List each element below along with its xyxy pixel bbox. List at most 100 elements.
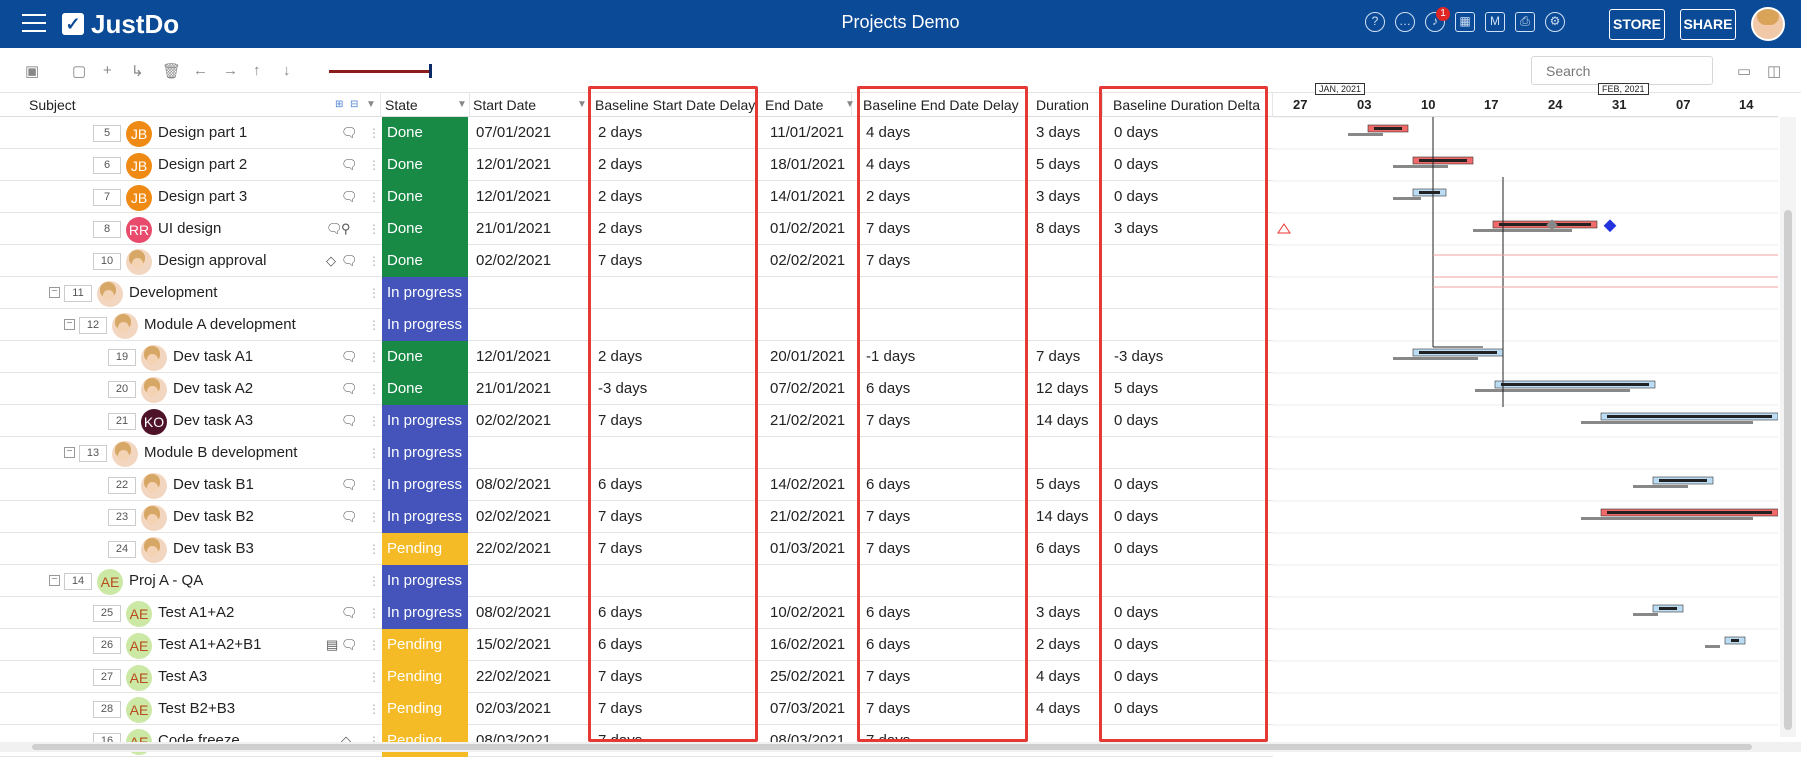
row-menu-icon[interactable]: ⋮ xyxy=(368,341,380,373)
avatar[interactable]: AE xyxy=(126,633,152,659)
status-badge[interactable]: Pending xyxy=(382,533,468,565)
end-date-filter-icon[interactable]: ▼ xyxy=(845,99,855,110)
store-button[interactable]: STORE xyxy=(1609,9,1665,40)
table-row[interactable]: 7 JB Design part 3 🗨 ⋮ Done 12/01/2021 2 days 14… xyxy=(0,181,1273,213)
start-date-cell[interactable]: 15/02/2021 xyxy=(476,629,586,661)
col-subject[interactable]: Subject xyxy=(26,93,381,117)
user-avatar[interactable] xyxy=(1751,7,1785,41)
table-row[interactable]: 26 AE Test A1+A2+B1 ▤ 🗨 ⋮ Pending 15/02/2021 6 d… xyxy=(0,629,1273,661)
task-subject[interactable]: Design part 1 xyxy=(158,117,360,149)
table-row[interactable]: 24 Dev task B3 ⋮ Pending 22/02/2021 7 days 01/… xyxy=(0,533,1273,565)
end-date-cell[interactable] xyxy=(770,437,860,469)
task-subject[interactable]: Module B development xyxy=(144,437,360,469)
table-row[interactable]: 5 JB Design part 1 🗨 ⋮ Done 07/01/2021 2 days 11… xyxy=(0,117,1273,149)
duration-cell[interactable] xyxy=(1036,437,1096,469)
avatar[interactable]: AE xyxy=(126,665,152,691)
start-date-cell[interactable]: 22/02/2021 xyxy=(476,661,586,693)
task-subject[interactable]: Dev task B1 xyxy=(173,469,360,501)
comment-icon[interactable]: 🗨 xyxy=(341,373,358,405)
start-date-cell[interactable]: 07/01/2021 xyxy=(476,117,586,149)
avatar[interactable]: AE xyxy=(97,569,123,595)
zoom-slider-handle[interactable] xyxy=(429,64,432,78)
collapse-toggle-icon[interactable]: − xyxy=(64,319,75,330)
end-date-cell[interactable]: 08/03/2021 xyxy=(770,725,860,757)
start-date-cell[interactable]: 12/01/2021 xyxy=(476,149,586,181)
row-menu-icon[interactable]: ⋮ xyxy=(368,693,380,725)
arrow-right-icon[interactable]: → xyxy=(223,62,238,79)
avatar[interactable] xyxy=(126,249,152,275)
status-badge[interactable]: Done xyxy=(382,149,468,181)
start-date-cell[interactable]: 02/02/2021 xyxy=(476,501,586,533)
row-menu-icon[interactable]: ⋮ xyxy=(368,277,380,309)
start-date-cell[interactable]: 02/03/2021 xyxy=(476,693,586,725)
status-badge[interactable]: Done xyxy=(382,373,468,405)
start-date-cell[interactable]: 12/01/2021 xyxy=(476,181,586,213)
table-row[interactable]: 6 JB Design part 2 🗨 ⋮ Done 12/01/2021 2 days 18… xyxy=(0,149,1273,181)
duration-cell[interactable] xyxy=(1036,725,1096,757)
table-row[interactable]: 25 AE Test A1+A2 🗨 ⋮ In progress 08/02/2021 6 d… xyxy=(0,597,1273,629)
task-subject[interactable]: Dev task A3 xyxy=(173,405,360,437)
table-row[interactable]: 23 Dev task B2 🗨 ⋮ In progress 02/02/2021 7 da… xyxy=(0,501,1273,533)
row-menu-icon[interactable]: ⋮ xyxy=(368,373,380,405)
status-badge[interactable]: Pending xyxy=(382,661,468,693)
arrow-up-icon[interactable]: ↑ xyxy=(253,62,261,79)
columns-icon[interactable]: ◫ xyxy=(1767,62,1781,80)
task-subject[interactable]: Module A development xyxy=(144,309,360,341)
col-baseline-start-delay[interactable]: Baseline Start Date Delay xyxy=(592,93,758,117)
chat-icon[interactable]: … xyxy=(1395,12,1415,32)
comment-icon[interactable]: 🗨 xyxy=(341,181,358,213)
collapse-toggle-icon[interactable]: − xyxy=(64,447,75,458)
duration-cell[interactable]: 3 days xyxy=(1036,181,1096,213)
state-filter-icon[interactable]: ▼ xyxy=(457,99,467,110)
col-baseline-duration-delta[interactable]: Baseline Duration Delta xyxy=(1110,93,1273,117)
start-date-cell[interactable]: 21/01/2021 xyxy=(476,213,586,245)
table-row[interactable]: 8 RR UI design 🗨 ⚲ ⋮ Done 21/01/2021 2 days 01/02… xyxy=(0,213,1273,245)
avatar[interactable] xyxy=(141,377,167,403)
print-icon[interactable]: ⎙ xyxy=(1515,12,1535,32)
end-date-cell[interactable]: 14/01/2021 xyxy=(770,181,860,213)
status-badge[interactable]: Pending xyxy=(382,725,468,757)
col-duration[interactable]: Duration xyxy=(1033,93,1103,117)
mail-icon[interactable]: M xyxy=(1485,12,1505,32)
end-date-cell[interactable]: 21/02/2021 xyxy=(770,501,860,533)
arrow-down-icon[interactable]: ↓ xyxy=(283,62,291,79)
task-subject[interactable]: Development xyxy=(129,277,360,309)
col-start-date[interactable]: Start Date xyxy=(470,93,590,117)
duration-cell[interactable]: 5 days xyxy=(1036,149,1096,181)
col-baseline-end-delay[interactable]: Baseline End Date Delay xyxy=(860,93,1026,117)
avatar[interactable] xyxy=(97,281,123,307)
start-date-cell[interactable]: 02/02/2021 xyxy=(476,245,586,277)
start-date-cell[interactable] xyxy=(476,565,586,597)
task-subject[interactable]: Code freeze xyxy=(158,725,360,757)
zoom-slider[interactable] xyxy=(329,70,431,73)
start-date-cell[interactable]: 08/03/2021 xyxy=(476,725,586,757)
avatar[interactable] xyxy=(141,345,167,371)
start-date-cell[interactable] xyxy=(476,277,586,309)
avatar[interactable] xyxy=(112,441,138,467)
end-date-cell[interactable]: 16/02/2021 xyxy=(770,629,860,661)
status-badge[interactable]: Done xyxy=(382,245,468,277)
row-menu-icon[interactable]: ⋮ xyxy=(368,181,380,213)
start-date-cell[interactable]: 22/02/2021 xyxy=(476,533,586,565)
end-date-cell[interactable]: 21/02/2021 xyxy=(770,405,860,437)
avatar[interactable]: JB xyxy=(126,185,152,211)
row-menu-icon[interactable]: ⋮ xyxy=(368,405,380,437)
share-button[interactable]: SHARE xyxy=(1680,9,1736,40)
start-date-cell[interactable]: 21/01/2021 xyxy=(476,373,586,405)
table-row[interactable]: 28 AE Test B2+B3 ⋮ Pending 02/03/2021 7 days 07… xyxy=(0,693,1273,725)
delete-icon[interactable]: 🗑 xyxy=(162,62,181,80)
end-date-cell[interactable]: 07/02/2021 xyxy=(770,373,860,405)
status-badge[interactable]: Done xyxy=(382,181,468,213)
table-row[interactable]: 21 KO Dev task A3 🗨 ⋮ In progress 02/02/2021 7 … xyxy=(0,405,1273,437)
task-subject[interactable]: Design part 3 xyxy=(158,181,360,213)
status-badge[interactable]: In progress xyxy=(382,405,468,437)
row-menu-icon[interactable]: ⋮ xyxy=(368,309,380,341)
table-row[interactable]: −14 AE Proj A - QA ⋮ In progress xyxy=(0,565,1273,597)
duration-cell[interactable]: 8 days xyxy=(1036,213,1096,245)
avatar[interactable]: JB xyxy=(126,121,152,147)
avatar[interactable] xyxy=(141,473,167,499)
bell-icon[interactable]: ♪ 1 xyxy=(1425,7,1450,32)
plugins-icon[interactable]: ▦ xyxy=(1455,12,1475,32)
status-badge[interactable]: In progress xyxy=(382,437,468,469)
comment-icon[interactable]: 🗨 xyxy=(341,117,358,149)
